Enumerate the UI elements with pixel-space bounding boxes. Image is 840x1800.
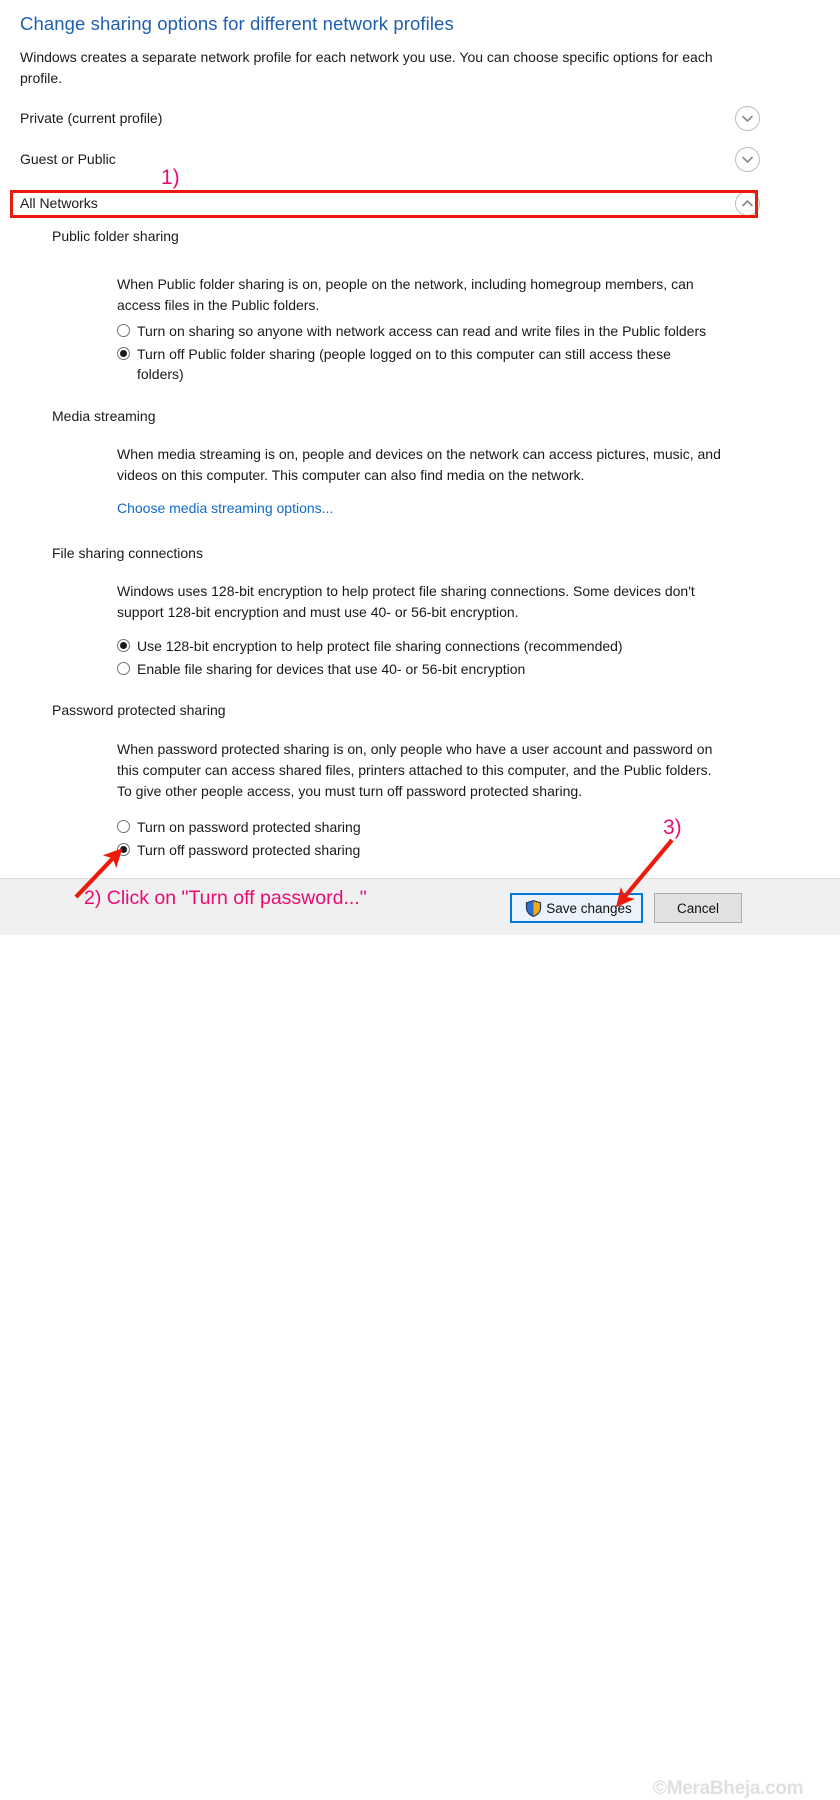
radio-indicator xyxy=(117,820,130,833)
section-title: Password protected sharing xyxy=(52,701,234,720)
radio-enable-40-or-56-bit-encryption[interactable]: Enable file sharing for devices that use… xyxy=(117,659,737,679)
radio-label: Turn on sharing so anyone with network a… xyxy=(137,323,707,339)
section-header-password-protected-sharing: Password protected sharing xyxy=(52,701,752,721)
chevron-up-icon-all-networks[interactable] xyxy=(735,191,760,216)
uac-shield-icon xyxy=(526,899,542,917)
profile-label-all-networks: All Networks xyxy=(20,193,106,213)
cancel-button[interactable]: Cancel xyxy=(654,893,742,923)
settings-content-area: Change sharing options for different net… xyxy=(0,0,840,878)
radio-indicator xyxy=(117,662,130,675)
section-description-password-protected-sharing: When password protected sharing is on, o… xyxy=(117,741,713,799)
section-description-public-folder-sharing: When Public folder sharing is on, people… xyxy=(117,276,694,313)
profile-rule xyxy=(20,160,726,161)
profile-row-all-networks[interactable]: All Networks xyxy=(20,191,760,217)
profile-rule xyxy=(20,204,726,205)
radio-public-turn-off-sharing[interactable]: Turn off Public folder sharing (people l… xyxy=(117,344,717,384)
save-changes-button[interactable]: Save changes xyxy=(510,893,643,923)
chevron-down-glyph xyxy=(742,156,753,163)
command-bar: ©MeraBheja.com Save changes Cancel xyxy=(0,878,840,1799)
section-description-media-streaming: When media streaming is on, people and d… xyxy=(117,446,721,483)
save-changes-label: Save changes xyxy=(546,900,632,916)
chevron-down-icon-private[interactable] xyxy=(735,106,760,131)
cancel-label: Cancel xyxy=(676,900,720,916)
radio-public-turn-on-sharing[interactable]: Turn on sharing so anyone with network a… xyxy=(117,321,747,341)
section-title: File sharing connections xyxy=(52,544,211,563)
section-header-media-streaming: Media streaming xyxy=(52,407,752,427)
radio-label: Enable file sharing for devices that use… xyxy=(137,661,526,677)
section-header-public-folder-sharing: Public folder sharing xyxy=(52,227,752,247)
site-watermark: ©MeraBheja.com xyxy=(653,1778,804,1799)
profile-label-private: Private (current profile) xyxy=(20,108,171,128)
chevron-up-glyph xyxy=(742,200,753,207)
chevron-down-glyph xyxy=(742,115,753,122)
intro-description: Windows creates a separate network profi… xyxy=(20,49,713,86)
radio-indicator-selected xyxy=(117,347,130,360)
profile-row-guest-or-public[interactable]: Guest or Public xyxy=(20,147,760,173)
section-title: Media streaming xyxy=(52,407,164,426)
chevron-down-icon-guest-or-public[interactable] xyxy=(735,147,760,172)
section-header-file-sharing-connections: File sharing connections xyxy=(52,544,752,564)
radio-use-128-bit-encryption[interactable]: Use 128-bit encryption to help protect f… xyxy=(117,636,737,656)
radio-label: Turn off Public folder sharing (people l… xyxy=(137,346,671,382)
page-title: Change sharing options for different net… xyxy=(20,13,454,34)
profile-row-private[interactable]: Private (current profile) xyxy=(20,106,760,132)
radio-turn-off-password-protected-sharing[interactable]: Turn off password protected sharing xyxy=(117,840,517,860)
radio-indicator-selected xyxy=(117,639,130,652)
choose-media-streaming-options-link[interactable]: Choose media streaming options... xyxy=(117,500,333,516)
profile-label-guest-or-public: Guest or Public xyxy=(20,149,124,169)
section-description-file-sharing-connections: Windows uses 128-bit encryption to help … xyxy=(117,583,695,620)
radio-label: Turn off password protected sharing xyxy=(137,842,361,858)
radio-indicator-selected xyxy=(117,843,130,856)
radio-label: Turn on password protected sharing xyxy=(137,819,361,835)
section-title: Public folder sharing xyxy=(52,227,187,246)
radio-turn-on-password-protected-sharing[interactable]: Turn on password protected sharing xyxy=(117,817,517,837)
radio-label: Use 128-bit encryption to help protect f… xyxy=(137,638,623,654)
radio-indicator xyxy=(117,324,130,337)
